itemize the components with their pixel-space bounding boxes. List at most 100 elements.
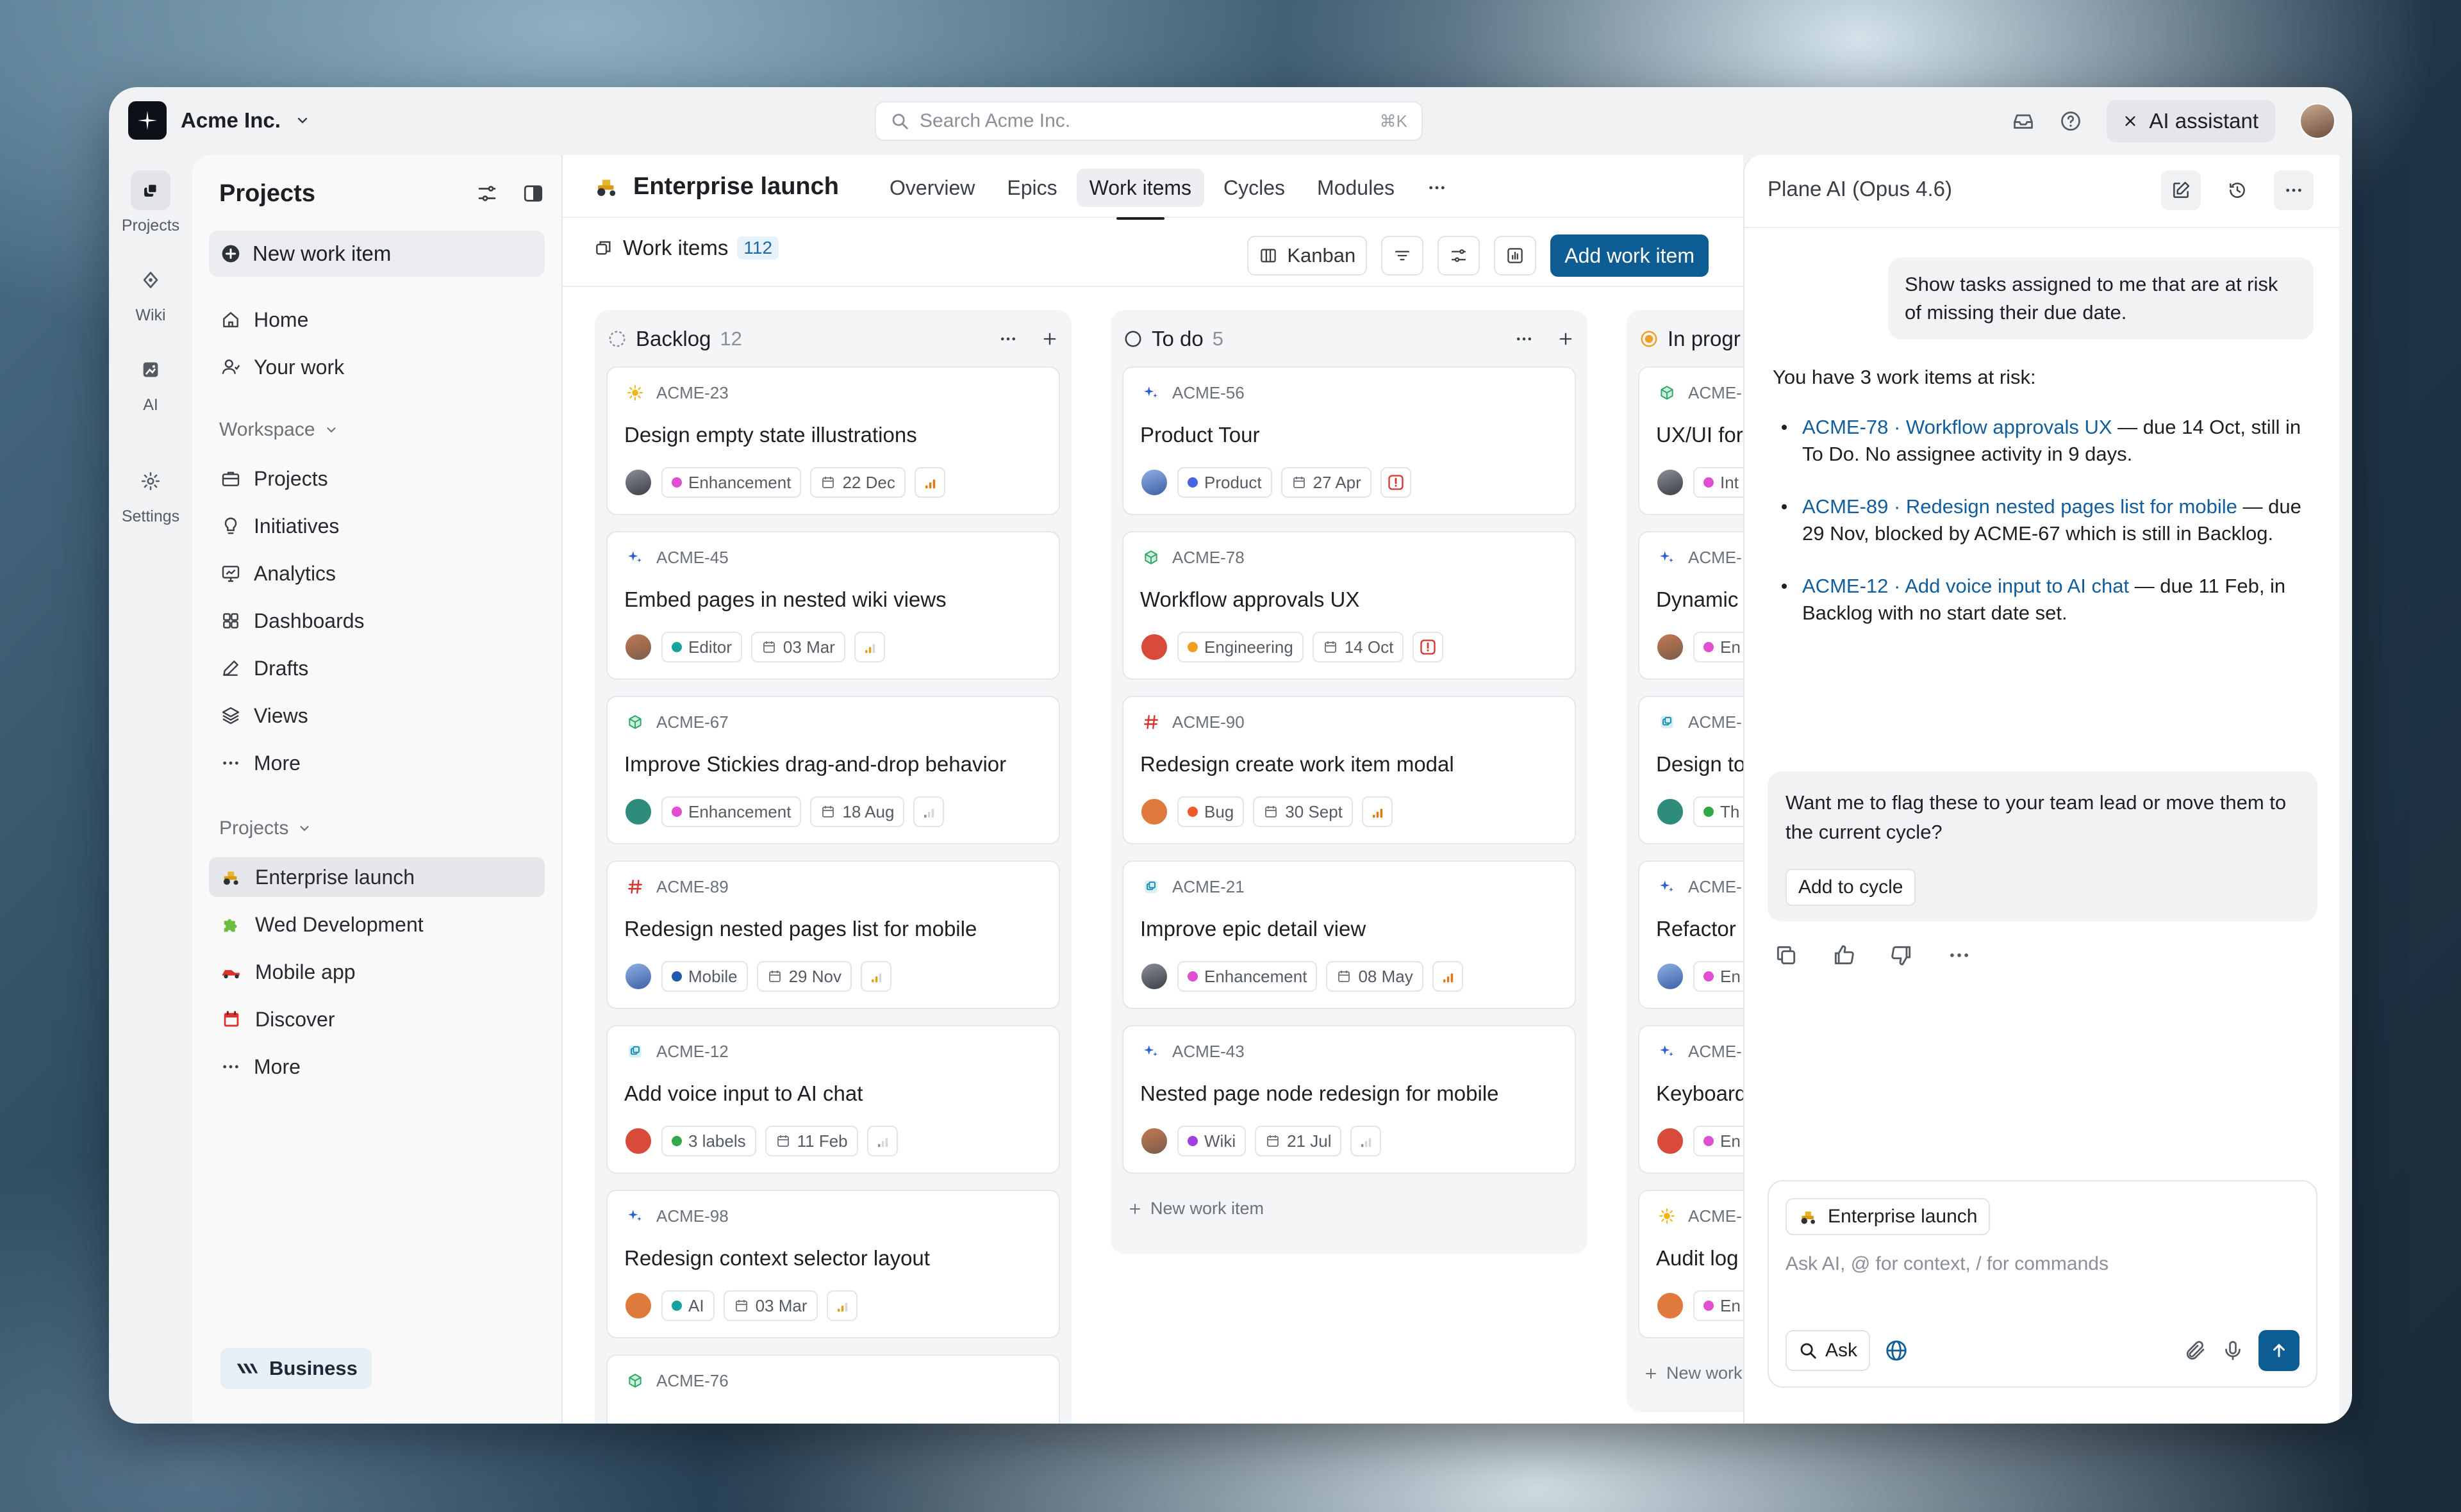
rail-item-settings[interactable]: Settings <box>109 461 192 526</box>
assignee-avatar[interactable] <box>1656 1127 1684 1155</box>
priority-medium-icon[interactable] <box>854 632 885 662</box>
label-chip[interactable]: Bug <box>1177 796 1245 827</box>
label-chip[interactable]: Enhancement <box>661 467 802 498</box>
sidebar-item-drafts[interactable]: Drafts <box>209 648 545 688</box>
work-item-card[interactable]: ACME- UX/UI for Int <box>1638 366 1743 515</box>
attachment-icon[interactable] <box>2184 1339 2207 1362</box>
priority-high-icon[interactable] <box>1361 796 1393 827</box>
label-chip[interactable]: En <box>1693 1290 1743 1321</box>
org-switcher[interactable]: Acme Inc. <box>128 101 310 140</box>
add-work-item-button[interactable]: Add work item <box>1550 234 1709 277</box>
context-chip[interactable]: Enterprise launch <box>1786 1198 1991 1235</box>
work-item-card[interactable]: ACME-89 Redesign nested pages list for mo… <box>606 860 1060 1009</box>
label-chip[interactable]: Product <box>1177 467 1272 498</box>
tab-work-items[interactable]: Work items <box>1076 168 1205 220</box>
new-work-item-button[interactable]: New work item <box>209 231 545 277</box>
due-date-chip[interactable]: 30 Sept <box>1253 796 1353 827</box>
work-item-card[interactable]: ACME- Refactor En <box>1638 860 1743 1009</box>
work-item-card[interactable]: ACME- Audit log En <box>1638 1190 1743 1338</box>
search-input[interactable]: Search Acme Inc. ⌘K <box>875 101 1423 141</box>
sliders-icon[interactable] <box>476 182 499 205</box>
rail-item-wiki[interactable]: Wiki <box>109 260 192 325</box>
tab-modules[interactable]: Modules <box>1304 168 1407 207</box>
plus-icon[interactable] <box>1041 330 1059 348</box>
priority-urgent-icon[interactable] <box>1413 632 1444 662</box>
sidebar-item-your-work[interactable]: Your work <box>209 347 545 387</box>
sidebar-item-analytics[interactable]: Analytics <box>209 554 545 593</box>
history-button[interactable] <box>2217 170 2257 210</box>
label-chip[interactable]: En <box>1693 1126 1743 1156</box>
label-chip[interactable]: Mobile <box>661 961 748 992</box>
priority-high-icon[interactable] <box>1432 961 1463 992</box>
work-item-card[interactable]: ACME- Design to Th <box>1638 696 1743 844</box>
ai-assistant-toggle[interactable]: AI assistant <box>2107 100 2275 142</box>
label-chip[interactable]: Enhancement <box>1177 961 1318 992</box>
sidebar-item-more[interactable]: More <box>209 743 545 783</box>
ask-mode-button[interactable]: Ask <box>1786 1330 1871 1371</box>
sidebar-item-home[interactable]: Home <box>209 300 545 340</box>
due-date-chip[interactable]: 14 Oct <box>1312 632 1404 662</box>
work-item-card[interactable]: ACME- Keyboard En <box>1638 1025 1743 1174</box>
inbox-icon[interactable] <box>2012 110 2035 133</box>
sidebar-project-discover[interactable]: Discover <box>209 999 545 1039</box>
priority-high-icon[interactable] <box>914 467 945 498</box>
due-date-chip[interactable]: 27 Apr <box>1280 467 1371 498</box>
filter-button[interactable] <box>1381 236 1424 275</box>
label-chip[interactable]: En <box>1693 961 1743 992</box>
assignee-avatar[interactable] <box>624 468 652 497</box>
assignee-avatar[interactable] <box>624 1292 652 1320</box>
user-avatar[interactable] <box>2299 103 2335 139</box>
work-item-card[interactable]: ACME-21 Improve epic detail view Enhanceme… <box>1122 860 1576 1009</box>
assignee-avatar[interactable] <box>1140 1127 1168 1155</box>
assignee-avatar[interactable] <box>624 962 652 990</box>
sidebar-item-projects[interactable]: Projects <box>209 459 545 498</box>
work-item-card[interactable]: ACME-23 Design empty state illustrations E… <box>606 366 1060 515</box>
project-title[interactable]: Enterprise launch <box>593 167 839 206</box>
sidebar-project-enterprise-launch[interactable]: Enterprise launch <box>209 857 545 897</box>
projects-section-toggle[interactable]: Projects <box>219 818 311 839</box>
work-item-card[interactable]: ACME-78 Workflow approvals UX Engineering 1… <box>1122 531 1576 680</box>
label-chip[interactable]: En <box>1693 632 1743 662</box>
rail-item-projects[interactable]: Projects <box>109 170 192 235</box>
priority-low-icon[interactable] <box>866 1126 898 1156</box>
copy-icon[interactable] <box>1774 943 1798 967</box>
display-options-button[interactable] <box>1438 236 1480 275</box>
assignee-avatar[interactable] <box>1656 962 1684 990</box>
tab-overview[interactable]: Overview <box>877 168 988 207</box>
work-item-card[interactable]: ACME-90 Redesign create work item modal Bu… <box>1122 696 1576 844</box>
work-item-link[interactable]: ACME-78 · Workflow approvals UX <box>1802 416 2112 438</box>
label-chip[interactable]: Enhancement <box>661 796 802 827</box>
sidebar-project-mobile-app[interactable]: Mobile app <box>209 952 545 992</box>
sidebar-item-initiatives[interactable]: Initiatives <box>209 506 545 546</box>
label-chip[interactable]: 3 labels <box>661 1126 756 1156</box>
workspace-section-toggle[interactable]: Workspace <box>219 419 338 441</box>
sidebar-toggle-icon[interactable] <box>522 182 545 205</box>
priority-urgent-icon[interactable] <box>1380 467 1411 498</box>
ai-input[interactable]: Ask AI, @ for context, / for commands <box>1786 1253 2109 1275</box>
work-item-card[interactable]: ACME-45 Embed pages in nested wiki views E… <box>606 531 1060 680</box>
plan-badge[interactable]: Business <box>220 1348 372 1389</box>
work-item-link[interactable]: ACME-89 · Redesign nested pages list for… <box>1802 495 2237 518</box>
assignee-avatar[interactable] <box>624 798 652 826</box>
thumbs-down-icon[interactable] <box>1889 943 1914 967</box>
work-item-card[interactable]: ACME-67 Improve Stickies drag-and-drop be… <box>606 696 1060 844</box>
priority-medium-icon[interactable] <box>860 961 891 992</box>
assignee-avatar[interactable] <box>1656 468 1684 497</box>
tab-cycles[interactable]: Cycles <box>1211 168 1298 207</box>
analytics-button[interactable] <box>1494 236 1537 275</box>
new-chat-button[interactable] <box>2161 170 2201 210</box>
due-date-chip[interactable]: 18 Aug <box>810 796 905 827</box>
more-horizontal-icon[interactable] <box>1514 329 1534 349</box>
work-item-card[interactable]: ACME-56 Product Tour Product 27 Apr <box>1122 366 1576 515</box>
due-date-chip[interactable]: 08 May <box>1326 961 1423 992</box>
sidebar-item-dashboards[interactable]: Dashboards <box>209 601 545 641</box>
assignee-avatar[interactable] <box>1140 962 1168 990</box>
work-item-card[interactable]: ACME-98 Redesign context selector layout A… <box>606 1190 1060 1338</box>
due-date-chip[interactable]: 22 Dec <box>810 467 906 498</box>
more-horizontal-icon[interactable] <box>998 329 1018 349</box>
column-new-work-item[interactable]: New work item <box>1127 1199 1264 1219</box>
work-item-card[interactable]: ACME-43 Nested page node redesign for mob… <box>1122 1025 1576 1174</box>
assignee-avatar[interactable] <box>1140 468 1168 497</box>
label-chip[interactable]: Editor <box>661 632 742 662</box>
plus-icon[interactable] <box>1557 330 1575 348</box>
